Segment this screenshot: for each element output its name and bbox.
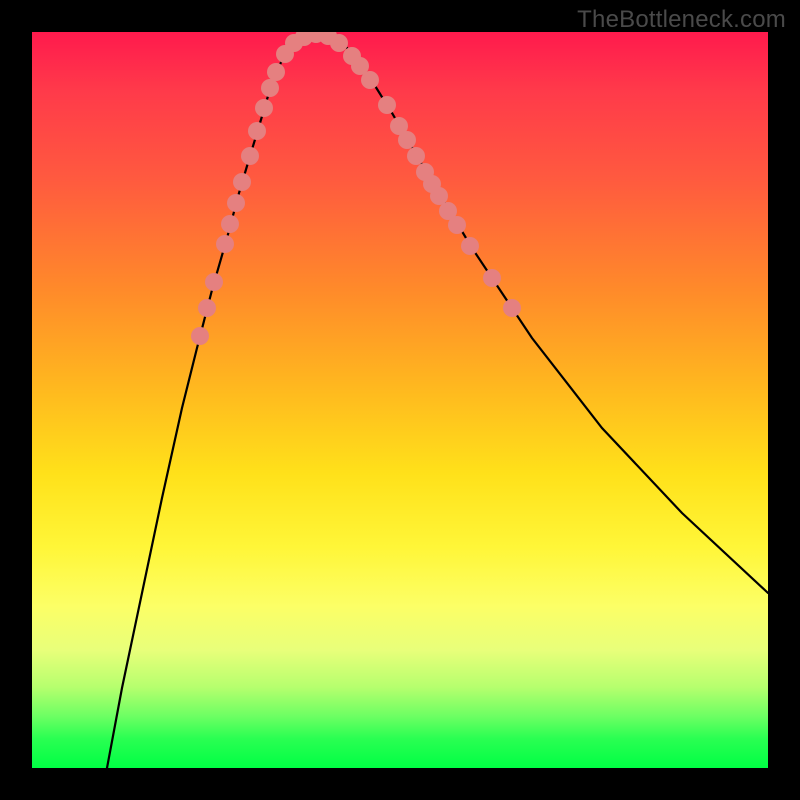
plot-area — [32, 32, 768, 768]
highlight-dot — [461, 237, 479, 255]
highlight-dot — [398, 131, 416, 149]
highlight-dot — [407, 147, 425, 165]
highlight-dot — [430, 187, 448, 205]
highlight-dot — [216, 235, 234, 253]
highlight-dot — [255, 99, 273, 117]
highlight-dot — [241, 147, 259, 165]
highlight-dot — [448, 216, 466, 234]
highlight-dot — [227, 194, 245, 212]
chart-frame: TheBottleneck.com — [0, 0, 800, 800]
highlight-dot — [261, 79, 279, 97]
highlight-dot — [361, 71, 379, 89]
bottleneck-curve — [107, 34, 768, 768]
highlight-dot — [233, 173, 251, 191]
highlight-dots — [191, 32, 521, 345]
highlight-dot — [191, 327, 209, 345]
highlight-dot — [198, 299, 216, 317]
highlight-dot — [483, 269, 501, 287]
highlight-dot — [248, 122, 266, 140]
highlight-dot — [503, 299, 521, 317]
highlight-dot — [378, 96, 396, 114]
curve-svg — [32, 32, 768, 768]
watermark-text: TheBottleneck.com — [577, 6, 786, 34]
highlight-dot — [221, 215, 239, 233]
highlight-dot — [330, 34, 348, 52]
highlight-dot — [205, 273, 223, 291]
highlight-dot — [267, 63, 285, 81]
